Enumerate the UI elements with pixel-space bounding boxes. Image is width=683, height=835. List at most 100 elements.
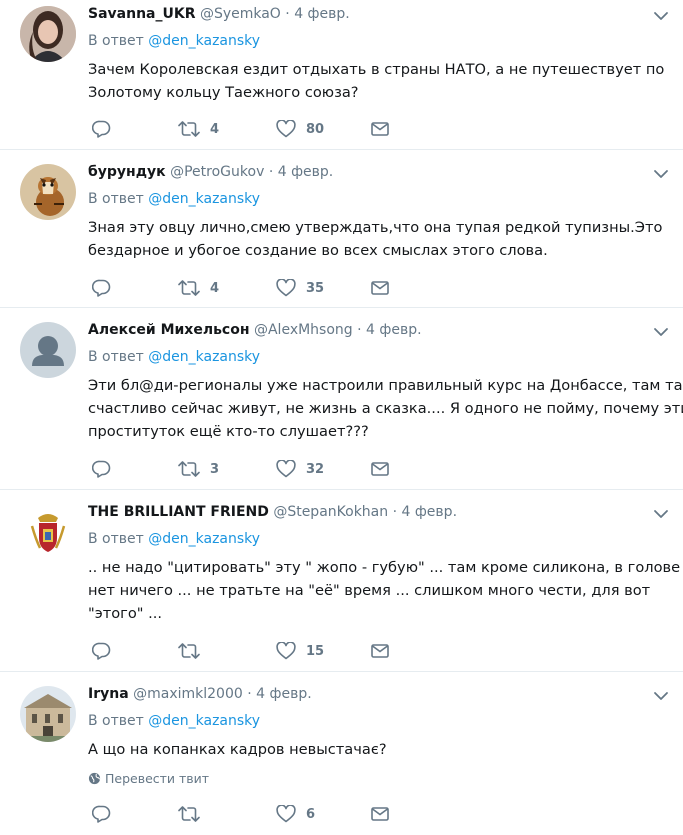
retweet-button[interactable]: 4 xyxy=(178,278,219,298)
display-name[interactable]: бурундук xyxy=(88,164,166,180)
tweet[interactable]: Алексей Михельсон @AlexMhsong · 4 февр. … xyxy=(0,308,683,490)
reply-button[interactable] xyxy=(92,459,111,479)
envelope-icon xyxy=(371,807,389,821)
tweet-text-line: Зачем Королевская ездит отдыхать в стран… xyxy=(88,61,665,78)
direct-message-button[interactable] xyxy=(371,641,389,661)
reply-button[interactable] xyxy=(92,804,111,824)
tweet-text-line: Зная эту овцу лично,смею утверждать,что … xyxy=(88,219,663,236)
avatar[interactable] xyxy=(20,686,76,742)
reply-prefix: В ответ xyxy=(88,349,144,365)
tweet-date[interactable]: 4 февр. xyxy=(256,686,312,702)
retweet-icon xyxy=(178,461,200,477)
direct-message-button[interactable] xyxy=(371,119,389,139)
reply-mention-link[interactable]: @den_kazansky xyxy=(148,349,260,365)
tweet-header: Savanna_UKR @SyemkaO · 4 февр. xyxy=(88,6,350,22)
like-button[interactable]: 32 xyxy=(276,459,324,479)
chevron-down-icon[interactable] xyxy=(653,508,669,520)
reply-icon xyxy=(92,460,111,478)
like-count: 32 xyxy=(306,461,325,477)
separator-dot: · xyxy=(285,6,290,22)
retweet-button[interactable]: 4 xyxy=(178,119,219,139)
reply-context: В ответ @den_kazansky xyxy=(88,713,260,729)
tweet-text-line: А що на копанках кадров невыстачає? xyxy=(88,741,387,758)
user-handle[interactable]: @StepanKokhan xyxy=(273,504,388,520)
tweet-header: THE BRILLIANT FRIEND @StepanKokhan · 4 ф… xyxy=(88,504,457,520)
user-handle[interactable]: @SyemkaO xyxy=(200,6,281,22)
reply-context: В ответ @den_kazansky xyxy=(88,349,260,365)
like-button[interactable]: 80 xyxy=(276,119,324,139)
reply-mention-link[interactable]: @den_kazansky xyxy=(148,33,260,49)
default-avatar-icon xyxy=(20,322,76,378)
display-name[interactable]: Алексей Михельсон xyxy=(88,322,250,338)
like-button[interactable]: 6 xyxy=(276,804,315,824)
retweet-button[interactable] xyxy=(178,641,210,661)
translate-label: Перевести твит xyxy=(105,771,210,786)
reply-prefix: В ответ xyxy=(88,713,144,729)
envelope-icon xyxy=(371,281,389,295)
like-button[interactable]: 35 xyxy=(276,278,324,298)
retweet-count: 4 xyxy=(210,121,220,137)
tweet-date[interactable]: 4 февр. xyxy=(401,504,457,520)
tweet-text-line: Золотому кольцу Таежного союза? xyxy=(88,84,359,101)
heart-icon xyxy=(276,279,296,297)
tweet-text: .. не надо "цитировать" эту " жопо - губ… xyxy=(88,556,680,625)
like-count: 35 xyxy=(306,280,325,296)
tweet-text-line: бездарное и убогое создание во всех смыс… xyxy=(88,242,548,259)
direct-message-button[interactable] xyxy=(371,459,389,479)
reply-prefix: В ответ xyxy=(88,33,144,49)
tweet-text: Зачем Королевская ездит отдыхать в стран… xyxy=(88,58,665,104)
tweet-date[interactable]: 4 февр. xyxy=(278,164,334,180)
chevron-down-icon[interactable] xyxy=(653,690,669,702)
tweet-text-line: нет ничего ... не тратьте на "её" время … xyxy=(88,582,651,599)
tweet[interactable]: Iryna @maximkl2000 · 4 февр. В ответ @de… xyxy=(0,672,683,835)
tweet-text: А що на копанках кадров невыстачає? xyxy=(88,738,648,761)
tweet-date[interactable]: 4 февр. xyxy=(366,322,422,338)
reply-mention-link[interactable]: @den_kazansky xyxy=(148,531,260,547)
separator-dot: · xyxy=(247,686,252,702)
tweet-header: бурундук @PetroGukov · 4 февр. xyxy=(88,164,333,180)
user-handle[interactable]: @PetroGukov xyxy=(170,164,264,180)
tweet-actions: 6 xyxy=(88,804,488,824)
retweet-icon xyxy=(178,806,200,822)
retweet-button[interactable] xyxy=(178,804,210,824)
tweet-text-line: счастливо сейчас живут, не жизнь а сказк… xyxy=(88,400,683,417)
reply-button[interactable] xyxy=(92,641,111,661)
user-handle[interactable]: @AlexMhsong xyxy=(254,322,353,338)
separator-dot: · xyxy=(392,504,398,520)
heart-icon xyxy=(276,642,296,660)
tweet-date[interactable]: 4 февр. xyxy=(294,6,350,22)
display-name[interactable]: Savanna_UKR xyxy=(88,6,195,22)
tweet[interactable]: THE BRILLIANT FRIEND @StepanKokhan · 4 ф… xyxy=(0,490,683,672)
direct-message-button[interactable] xyxy=(371,804,389,824)
display-name[interactable]: Iryna xyxy=(88,686,129,702)
building-photo-icon xyxy=(20,686,76,742)
separator-dot: · xyxy=(357,322,362,338)
display-name[interactable]: THE BRILLIANT FRIEND xyxy=(88,504,269,520)
like-count: 6 xyxy=(306,806,316,822)
chevron-down-icon[interactable] xyxy=(653,326,669,338)
reply-icon xyxy=(92,642,111,660)
tweet-header: Iryna @maximkl2000 · 4 февр. xyxy=(88,686,312,702)
tweet[interactable]: Savanna_UKR @SyemkaO · 4 февр. В ответ @… xyxy=(0,0,683,150)
reply-button[interactable] xyxy=(92,278,111,298)
reply-context: В ответ @den_kazansky xyxy=(88,191,260,207)
reply-mention-link[interactable]: @den_kazansky xyxy=(148,713,260,729)
chevron-down-icon[interactable] xyxy=(653,10,669,22)
translate-tweet-link[interactable]: Перевести твит xyxy=(88,771,209,786)
retweet-button[interactable]: 3 xyxy=(178,459,219,479)
avatar[interactable] xyxy=(20,164,76,220)
avatar[interactable] xyxy=(20,504,76,560)
reply-button[interactable] xyxy=(92,119,111,139)
user-handle[interactable]: @maximkl2000 xyxy=(133,686,243,702)
like-count: 80 xyxy=(306,121,325,137)
chevron-down-icon[interactable] xyxy=(653,168,669,180)
reply-mention-link[interactable]: @den_kazansky xyxy=(148,191,260,207)
direct-message-button[interactable] xyxy=(371,278,389,298)
tweet-actions: 3 32 xyxy=(88,459,488,479)
avatar[interactable] xyxy=(20,322,76,378)
tweet[interactable]: бурундук @PetroGukov · 4 февр. В ответ @… xyxy=(0,150,683,308)
like-button[interactable]: 15 xyxy=(276,641,324,661)
reply-prefix: В ответ xyxy=(88,191,144,207)
tweet-text: Эти бл@ди-регионалы уже настроили правил… xyxy=(88,374,683,443)
avatar[interactable] xyxy=(20,6,76,62)
